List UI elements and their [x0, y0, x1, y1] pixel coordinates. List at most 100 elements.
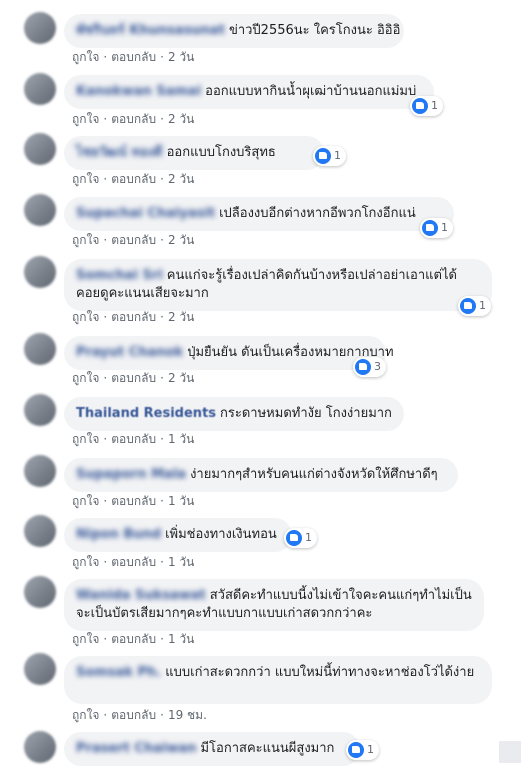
- reaction-number: 1: [334, 149, 341, 162]
- comment-author[interactable]: Thailand Residents: [76, 405, 216, 423]
- like-link[interactable]: ถูกใจ: [72, 630, 99, 649]
- avatar[interactable]: [24, 653, 56, 685]
- comment-timestamp[interactable]: 2 วัน: [168, 48, 194, 67]
- like-link[interactable]: ถูกใจ: [72, 706, 99, 725]
- comment-timestamp[interactable]: 2 วัน: [168, 369, 194, 388]
- comment-bubble: ไชยวัฒน์ ทองดี ออกแบบโกงบริสุทธ: [64, 136, 324, 170]
- reaction-number: 3: [374, 360, 381, 373]
- reaction-count[interactable]: 1: [410, 96, 443, 116]
- avatar[interactable]: [24, 133, 56, 165]
- like-reaction-icon: [412, 98, 428, 114]
- reply-link[interactable]: ตอบกลับ: [111, 553, 156, 572]
- action-separator: ·: [160, 432, 164, 446]
- avatar[interactable]: [24, 194, 56, 226]
- avatar[interactable]: [24, 256, 56, 288]
- comment-text: ออกแบบโกงบริสุทธ: [166, 145, 276, 160]
- comment-author[interactable]: พัชรินทร์ Khunsasunat: [76, 22, 225, 40]
- avatar[interactable]: [24, 394, 56, 426]
- comment-timestamp[interactable]: 19 ชม.: [168, 706, 207, 725]
- comment-bubble: Somsak Ph. แบบเก่าสะดวกกว่า แบบใหม่นี้ท่า…: [64, 656, 492, 704]
- scrollbar-corner: [499, 741, 521, 763]
- comment-actions: ถูกใจ · ตอบกลับ · 2 วัน: [72, 170, 194, 189]
- comment-actions: ถูกใจ · ตอบกลับ · 2 วัน: [72, 369, 194, 388]
- like-reaction-icon: [315, 148, 331, 164]
- reaction-count[interactable]: 1: [313, 146, 346, 166]
- comment-timestamp[interactable]: 2 วัน: [168, 110, 194, 129]
- comment-text: ข่าวปี2556นะ ใครโกงนะ อิอิอิ: [228, 23, 401, 38]
- avatar[interactable]: [24, 731, 56, 763]
- reply-link[interactable]: ตอบกลับ: [111, 170, 156, 189]
- comment-author[interactable]: Somsak Ph.: [76, 664, 161, 682]
- reaction-count[interactable]: 3: [353, 357, 386, 377]
- avatar[interactable]: [24, 73, 56, 105]
- action-separator: ·: [103, 494, 108, 508]
- comment-author[interactable]: Wanida Suksawat: [76, 587, 206, 605]
- reaction-number: 1: [441, 221, 448, 234]
- action-separator: ·: [160, 371, 164, 385]
- reply-link[interactable]: ตอบกลับ: [111, 369, 156, 388]
- comment-bubble: Wanida Suksawat สวัสดีคะทำแบบนี้งไม่เข้าใ…: [64, 579, 484, 631]
- avatar[interactable]: [24, 576, 56, 608]
- comment-bubble: Supaporn Mala ง่ายมากๆสำหรับคนแก่ต่างจังห…: [64, 458, 458, 492]
- reply-link[interactable]: ตอบกลับ: [111, 630, 156, 649]
- comment-timestamp[interactable]: 1 วัน: [168, 630, 194, 649]
- action-separator: ·: [160, 310, 164, 324]
- avatar[interactable]: [24, 12, 56, 44]
- reply-link[interactable]: ตอบกลับ: [111, 110, 156, 129]
- comment-author[interactable]: Nipon Bund: [76, 526, 161, 544]
- comment-text: เพิ่มช่องทางเงินทอน: [165, 527, 277, 542]
- action-separator: ·: [160, 494, 164, 508]
- reply-link[interactable]: ตอบกลับ: [111, 492, 156, 511]
- reaction-count[interactable]: 1: [458, 296, 491, 316]
- comment-author[interactable]: ไชยวัฒน์ ทองดี: [76, 144, 163, 162]
- action-separator: ·: [103, 112, 108, 126]
- action-separator: ·: [160, 632, 164, 646]
- like-reaction-icon: [355, 359, 371, 375]
- reply-link[interactable]: ตอบกลับ: [111, 48, 156, 67]
- reaction-count[interactable]: 1: [420, 218, 453, 238]
- action-separator: ·: [103, 371, 108, 385]
- like-link[interactable]: ถูกใจ: [72, 48, 99, 67]
- comment-actions: ถูกใจ · ตอบกลับ · 2 วัน: [72, 110, 194, 129]
- avatar[interactable]: [24, 333, 56, 365]
- like-link[interactable]: ถูกใจ: [72, 110, 99, 129]
- reply-link[interactable]: ตอบกลับ: [111, 430, 156, 449]
- reply-link[interactable]: ตอบกลับ: [111, 308, 156, 327]
- like-reaction-icon: [422, 220, 438, 236]
- action-separator: ·: [160, 708, 164, 722]
- action-separator: ·: [103, 555, 108, 569]
- action-separator: ·: [103, 310, 108, 324]
- comment-author[interactable]: Supaporn Mala: [76, 466, 186, 484]
- comment-timestamp[interactable]: 2 วัน: [168, 170, 194, 189]
- comment-timestamp[interactable]: 1 วัน: [168, 492, 194, 511]
- comment-author[interactable]: Somchai Sri: [76, 267, 163, 285]
- like-link[interactable]: ถูกใจ: [72, 231, 99, 250]
- action-separator: ·: [103, 233, 108, 247]
- comment-timestamp[interactable]: 2 วัน: [168, 231, 194, 250]
- comment-timestamp[interactable]: 1 วัน: [168, 553, 194, 572]
- comment-timestamp[interactable]: 1 วัน: [168, 430, 194, 449]
- avatar[interactable]: [24, 455, 56, 487]
- like-link[interactable]: ถูกใจ: [72, 369, 99, 388]
- comment-author[interactable]: Supachai Chaiyasit: [76, 205, 215, 223]
- comment-actions: ถูกใจ · ตอบกลับ · 19 ชม.: [72, 706, 207, 725]
- like-link[interactable]: ถูกใจ: [72, 492, 99, 511]
- avatar[interactable]: [24, 515, 56, 547]
- comment-bubble: Nipon Bund เพิ่มช่องทางเงินทอน: [64, 518, 292, 552]
- reply-link[interactable]: ตอบกลับ: [111, 231, 156, 250]
- comment-bubble: พัชรินทร์ Khunsasunat ข่าวปี2556นะ ใครโกง…: [64, 14, 404, 48]
- comment-bubble: Supachai Chaiyasit เปลืองงบอีกต่างหากอีพว…: [64, 197, 454, 231]
- like-link[interactable]: ถูกใจ: [72, 553, 99, 572]
- action-separator: ·: [160, 172, 164, 186]
- comment-author[interactable]: Prasert Chaiwan: [76, 740, 196, 758]
- comment-author[interactable]: Prayut Chanok: [76, 344, 183, 362]
- action-separator: ·: [160, 50, 164, 64]
- reaction-count[interactable]: 1: [346, 740, 379, 760]
- comment-author[interactable]: Kanokwan Samai: [76, 83, 201, 101]
- reaction-count[interactable]: 1: [284, 528, 317, 548]
- like-link[interactable]: ถูกใจ: [72, 430, 99, 449]
- comment-timestamp[interactable]: 2 วัน: [168, 308, 194, 327]
- like-link[interactable]: ถูกใจ: [72, 170, 99, 189]
- reply-link[interactable]: ตอบกลับ: [111, 706, 156, 725]
- like-link[interactable]: ถูกใจ: [72, 308, 99, 327]
